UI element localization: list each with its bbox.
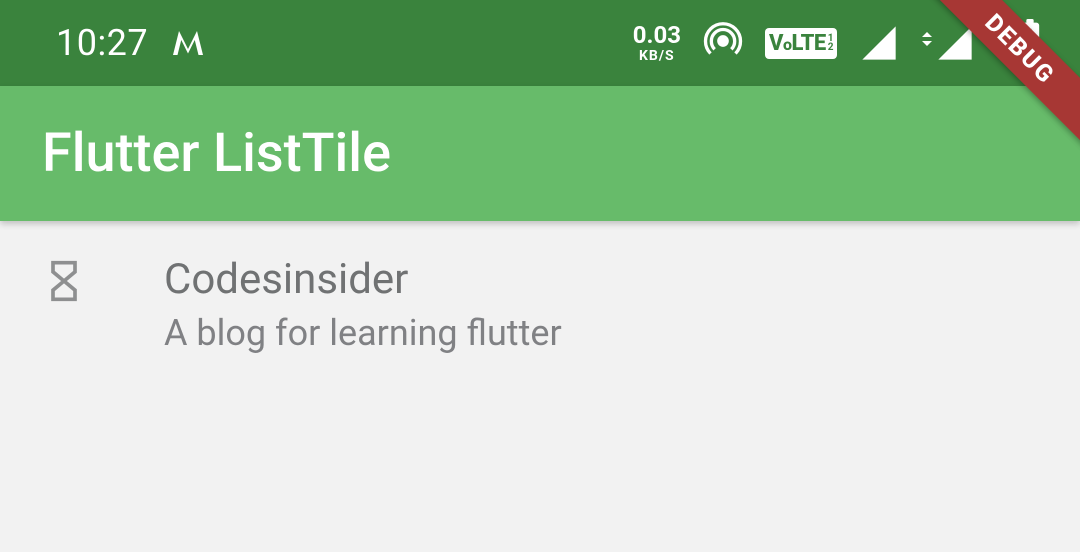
data-speed-value: 0.03: [633, 23, 681, 47]
hourglass-icon: [42, 253, 86, 303]
status-time: 10:27: [56, 22, 148, 64]
m-logo-icon: [170, 25, 206, 61]
signal-1-icon: [859, 23, 899, 63]
volte-sim-indicator: 12: [828, 34, 834, 52]
list-tile[interactable]: Codesinsider A blog for learning flutter: [0, 253, 1080, 358]
status-left: 10:27: [56, 22, 206, 64]
data-speed-indicator: 0.03 KB/S: [633, 23, 681, 63]
status-bar: 10:27 0.03 KB/S VoLTE 12: [0, 0, 1080, 86]
hotspot-icon: [703, 21, 743, 65]
content-area: Codesinsider A blog for learning flutter: [0, 221, 1080, 358]
data-speed-unit: KB/S: [639, 49, 675, 63]
list-tile-title: Codesinsider: [164, 253, 562, 308]
volte-badge: VoLTE 12: [765, 28, 837, 59]
list-tile-texts: Codesinsider A blog for learning flutter: [164, 253, 562, 358]
list-tile-subtitle: A blog for learning flutter: [164, 308, 562, 358]
app-bar: Flutter ListTile: [0, 86, 1080, 221]
app-bar-title: Flutter ListTile: [42, 122, 391, 185]
volte-text: VoLTE: [769, 31, 826, 56]
